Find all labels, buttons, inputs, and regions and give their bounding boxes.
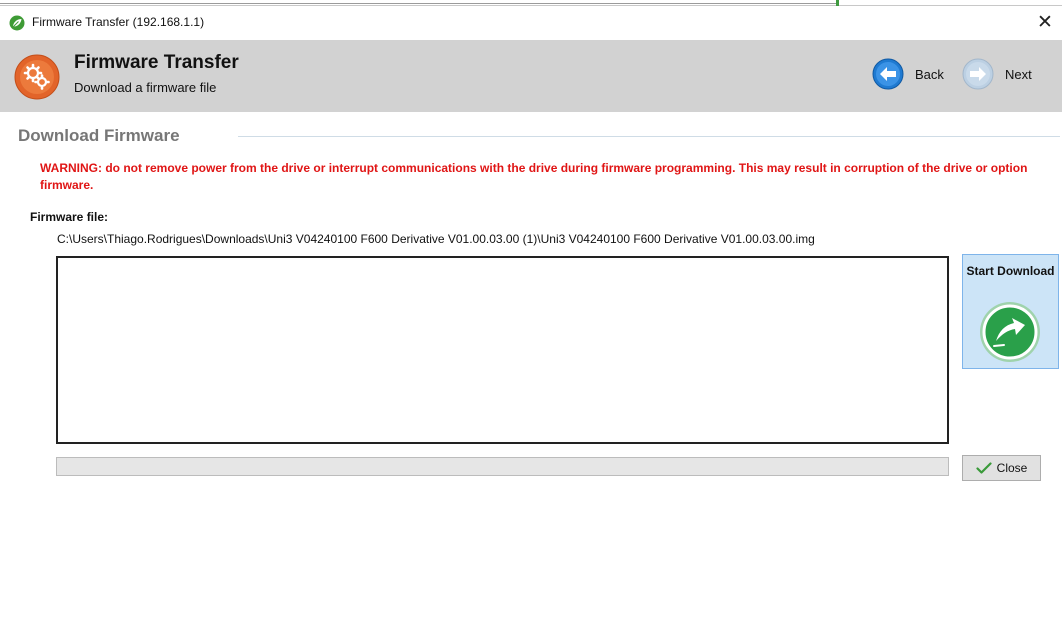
progress-bar [56,457,949,476]
start-download-label: Start Download [966,264,1055,278]
leaf-icon [9,15,25,31]
back-label: Back [915,66,944,82]
gears-icon [14,54,60,100]
background-selection-line [0,0,838,4]
window-title: Firmware Transfer (192.168.1.1) [32,15,205,29]
transfer-log[interactable] [56,256,949,444]
next-label: Next [1005,66,1032,82]
section-title: Download Firmware [18,126,180,145]
close-label: Close [996,461,1028,475]
header-subtitle: Download a firmware file [74,80,217,95]
start-download-button[interactable]: Start Download [962,254,1059,369]
warning-message: WARNING: do not remove power from the dr… [40,161,1028,192]
wizard-header: Firmware Transfer Download a firmware fi… [0,40,1062,112]
download-arrow-icon [980,302,1040,362]
header-title: Firmware Transfer [74,52,239,73]
firmware-file-path: C:\Users\Thiago.Rodrigues\Downloads\Uni3… [57,232,815,246]
close-icon[interactable]: ✕ [1034,10,1056,34]
back-arrow-icon [872,58,904,90]
next-button[interactable]: Next [962,58,1032,90]
firmware-file-label: Firmware file: [30,210,109,224]
next-arrow-icon [962,58,994,90]
back-button[interactable]: Back [872,58,944,90]
section-divider [238,136,1060,137]
window-titlebar: Firmware Transfer (192.168.1.1) ✕ [0,6,1062,40]
close-button[interactable]: Close [962,455,1041,481]
checkmark-icon [976,462,992,474]
